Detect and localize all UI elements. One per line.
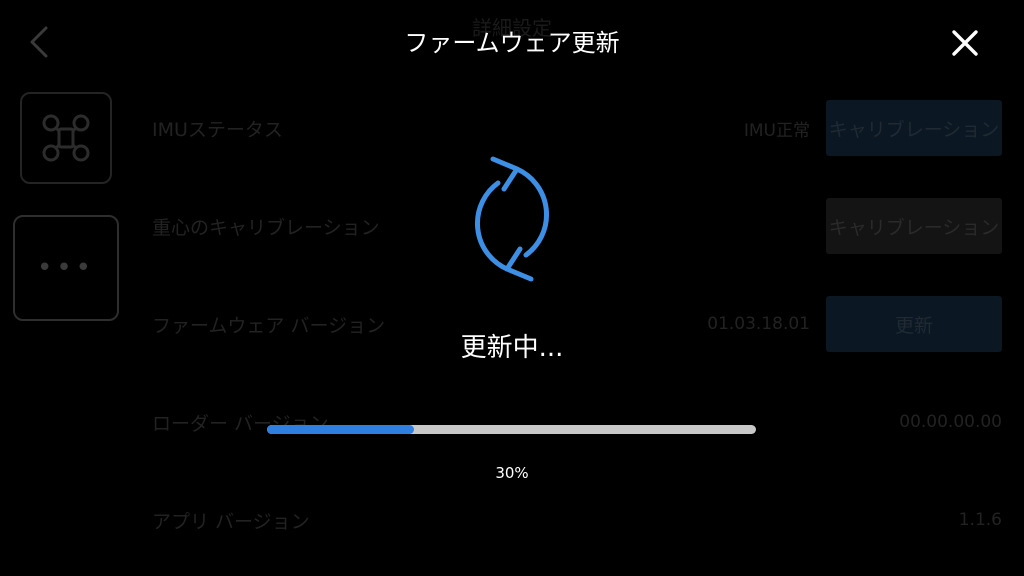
firmware-update-button[interactable]: 更新 [826,296,1002,352]
app-version-value: 1.1.6 [958,510,1002,530]
update-progress-fill [267,425,414,434]
app-version-row: アプリ バージョン 1.1.6 [152,490,1002,550]
center-of-gravity-row: 重心のキャリブレーション キャリブレーション [152,196,1002,256]
cog-calibration-button[interactable]: キャリブレーション [826,198,1002,254]
close-icon[interactable] [950,28,980,58]
chevron-left-icon[interactable] [26,24,52,60]
app-version-label: アプリ バージョン [152,510,310,533]
drone-icon [42,114,90,162]
imu-status-row: IMUステータス IMU正常 キャリブレーション [152,98,1002,158]
loader-version-row: ローダー バージョン 00.00.00.00 [152,392,1002,452]
imu-calibration-button[interactable]: キャリブレーション [826,100,1002,156]
updating-status-text: 更新中... [460,333,564,363]
update-progress-text: 30% [495,464,529,482]
sync-icon [474,156,550,282]
firmware-update-screen: 詳細設定 ••• IMUステータス IMU正常 キャリブレーション 重心のキャリ… [0,0,1024,576]
more-icon: ••• [36,253,95,283]
drone-tab[interactable] [20,92,112,184]
loader-version-value: 00.00.00.00 [899,412,1002,432]
firmware-version-value: 01.03.18.01 [707,314,810,334]
page-title: ファームウェア更新 [404,29,620,57]
more-settings-tab[interactable]: ••• [13,215,119,321]
update-progress-bar [267,425,756,434]
imu-status-label: IMUステータス [152,118,283,141]
imu-status-value: IMU正常 [743,120,810,141]
